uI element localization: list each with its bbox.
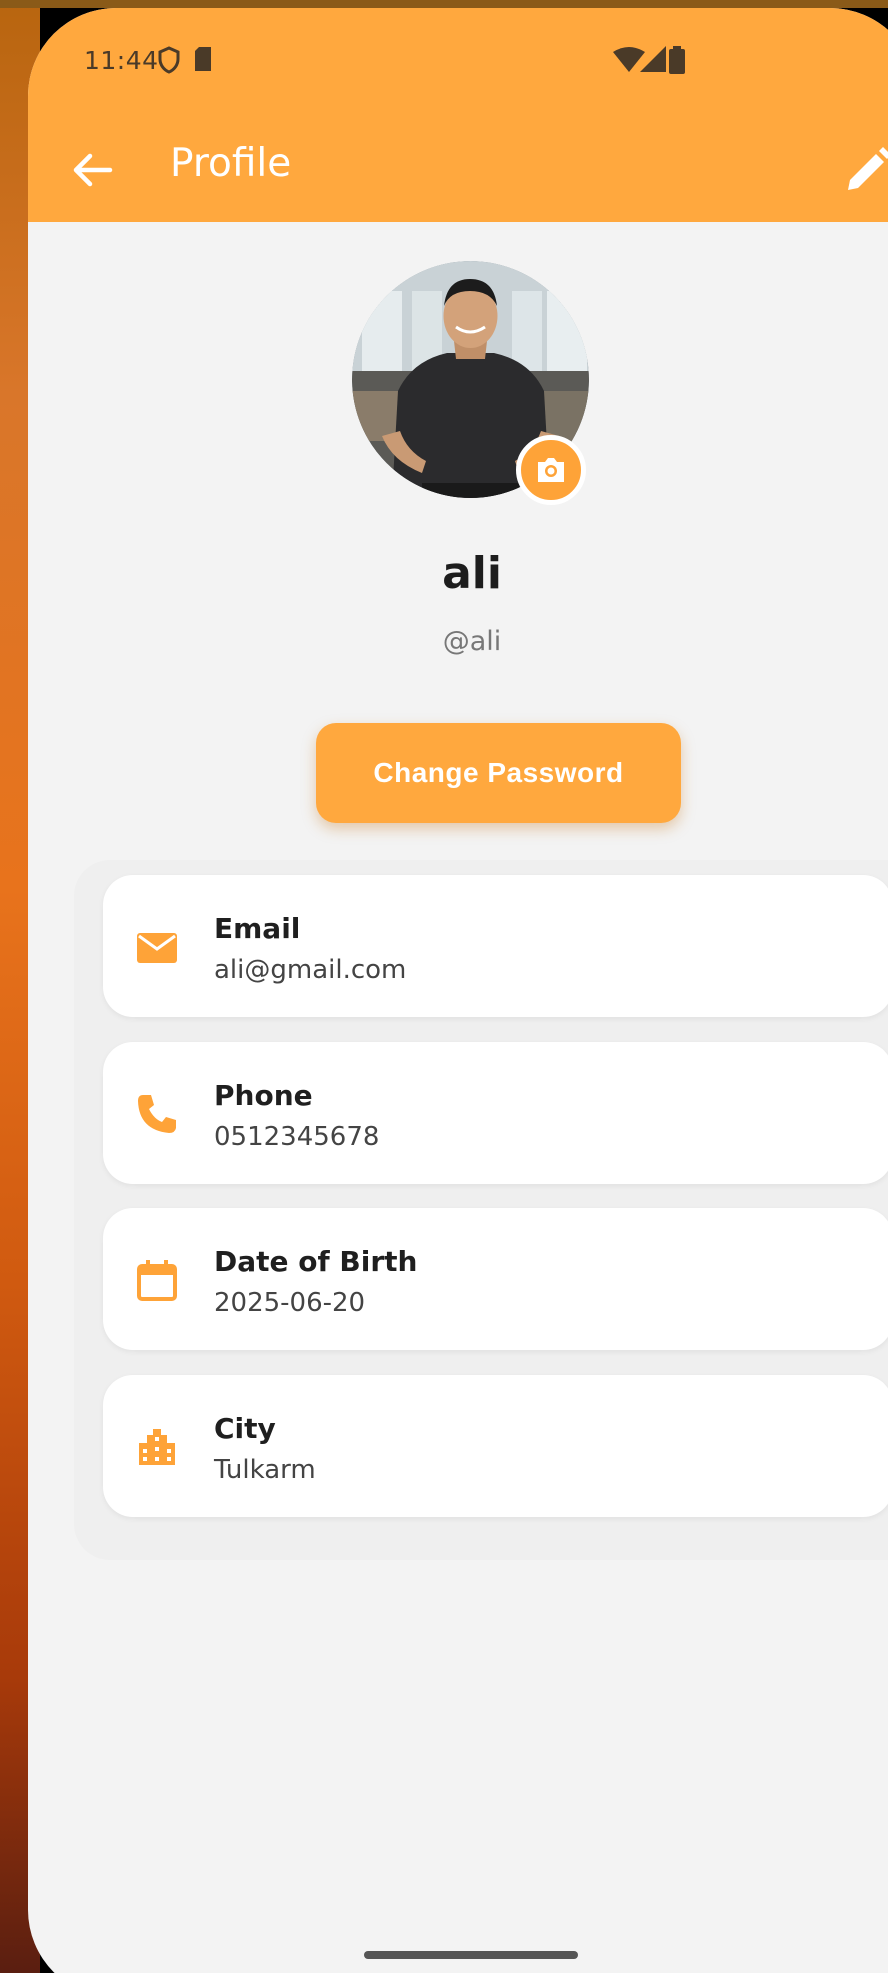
change-photo-button[interactable] [516, 435, 586, 505]
camera-icon [538, 458, 564, 482]
pencil-icon[interactable] [842, 146, 888, 196]
profile-username: @ali [442, 626, 502, 657]
phone-icon [138, 1095, 176, 1133]
change-password-button[interactable]: Change Password [316, 723, 681, 823]
info-label: Email [214, 912, 301, 945]
calendar-icon [137, 1260, 177, 1301]
page-title: Profile [170, 141, 292, 186]
info-card-dob: Date of Birth 2025-06-20 [103, 1208, 888, 1350]
wallpaper-top [0, 0, 888, 8]
profile-name: ali [442, 548, 502, 599]
info-card-email: Email ali@gmail.com [103, 875, 888, 1017]
battery-icon [669, 46, 685, 74]
phone-screen: 11:44 Profile ali @ali Change Password E… [28, 8, 888, 1973]
shield-icon [158, 46, 180, 74]
info-value: 2025-06-20 [214, 1288, 366, 1318]
info-label: City [214, 1412, 276, 1445]
cell-signal-icon [640, 46, 666, 72]
info-label: Phone [214, 1079, 313, 1112]
info-card-city: City Tulkarm [103, 1375, 888, 1517]
app-bar: 11:44 Profile [28, 8, 888, 222]
home-indicator[interactable] [364, 1951, 578, 1959]
info-card-phone: Phone 0512345678 [103, 1042, 888, 1184]
info-value: ali@gmail.com [214, 955, 407, 985]
info-value: Tulkarm [214, 1455, 316, 1485]
info-label: Date of Birth [214, 1245, 418, 1278]
info-value: 0512345678 [214, 1122, 380, 1152]
status-bar: 11:44 [28, 8, 888, 108]
city-icon [139, 1429, 175, 1465]
arrow-left-icon[interactable] [64, 142, 120, 198]
sd-card-icon [195, 47, 211, 71]
status-time: 11:44 [84, 46, 159, 75]
mail-icon [137, 933, 177, 963]
